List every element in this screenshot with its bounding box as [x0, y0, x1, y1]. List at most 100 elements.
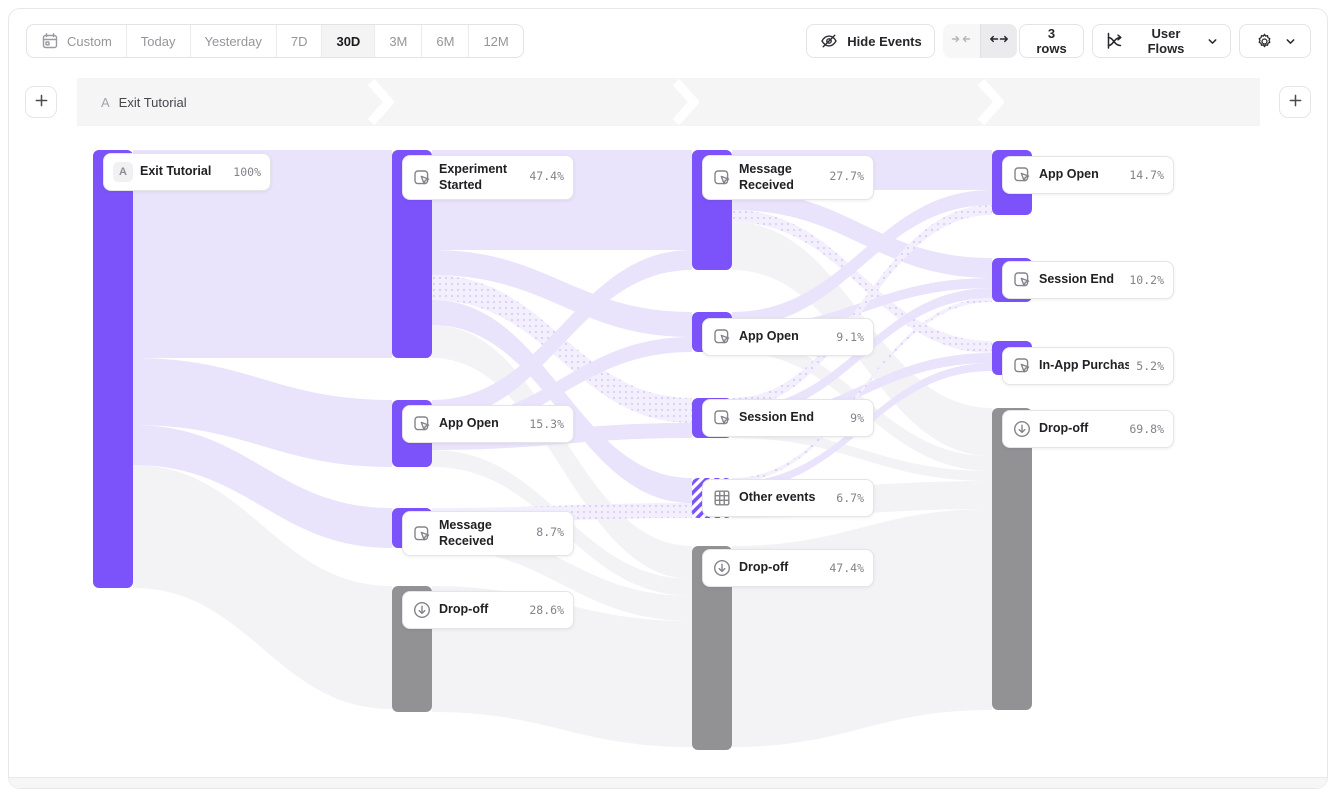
node-value: 69.8%	[1129, 422, 1164, 436]
node-label: Session End	[739, 410, 843, 426]
date-range-custom[interactable]: Custom	[27, 25, 126, 57]
node-value: 9%	[850, 411, 864, 425]
flow-node-bar-drop4[interactable]	[992, 408, 1032, 710]
add-step-left-button[interactable]	[25, 86, 57, 118]
event-icon	[1012, 356, 1032, 376]
date-range-12m[interactable]: 12M	[468, 25, 522, 57]
flow-node-card-msg2[interactable]: Message Received 8.7%	[402, 511, 574, 556]
date-range-label: Today	[141, 34, 176, 49]
hide-events-label: Hide Events	[847, 34, 921, 49]
flow-node-card-exp2[interactable]: Experiment Started 47.4%	[402, 155, 574, 200]
date-range-label: Custom	[67, 34, 112, 49]
dropoff-icon	[712, 558, 732, 578]
flow-node-card-other3[interactable]: Other events 6.7%	[702, 479, 874, 517]
node-badge: A	[113, 162, 133, 182]
view-selector-button[interactable]: User Flows	[1092, 24, 1231, 58]
event-icon	[712, 408, 732, 428]
node-label: Drop-off	[739, 560, 822, 576]
rows-label: 3 rows	[1032, 26, 1071, 56]
add-step-right-button[interactable]	[1279, 86, 1311, 118]
event-icon	[1012, 165, 1032, 185]
node-label: Message Received	[439, 518, 529, 549]
node-value: 8.7%	[536, 525, 564, 539]
date-range-label: 30D	[336, 34, 360, 49]
flow-node-card-sess3[interactable]: Session End 9%	[702, 399, 874, 437]
steps-banner[interactable]: A Exit Tutorial	[77, 78, 1260, 126]
eye-off-icon	[819, 31, 839, 51]
arrows-inward-icon	[951, 32, 971, 50]
flow-link	[732, 509, 992, 747]
chevron-down-icon	[1285, 36, 1296, 47]
event-icon	[712, 327, 732, 347]
settings-button[interactable]	[1239, 24, 1311, 58]
column-width-toggle	[943, 24, 1017, 58]
step-title: Exit Tutorial	[119, 95, 187, 110]
event-icon	[412, 168, 432, 188]
flow-node-card-iap4[interactable]: In-App Purchase5.2%	[1002, 347, 1174, 385]
date-range-label: 6M	[436, 34, 454, 49]
date-range-today[interactable]: Today	[126, 25, 190, 57]
user-flows-icon	[1105, 31, 1125, 51]
flow-node-card-sess4[interactable]: Session End 10.2%	[1002, 261, 1174, 299]
step-separator-chevron	[673, 78, 699, 126]
plus-icon	[34, 93, 49, 111]
node-value: 47.4%	[829, 561, 864, 575]
step-badge: A	[101, 95, 110, 110]
flow-node-card-drop3[interactable]: Drop-off 47.4%	[702, 549, 874, 587]
node-label: App Open	[739, 329, 829, 345]
plus-icon	[1288, 93, 1303, 111]
gear-icon	[1255, 32, 1274, 51]
node-label: Other events	[739, 490, 829, 506]
flow-node-card-app3[interactable]: App Open 9.1%	[702, 318, 874, 356]
date-range-30d[interactable]: 30D	[321, 25, 374, 57]
flow-node-card-exit[interactable]: AExit Tutorial100%	[103, 153, 271, 191]
date-range-label: 3M	[389, 34, 407, 49]
date-range-yesterday[interactable]: Yesterday	[190, 25, 276, 57]
date-range-label: 12M	[483, 34, 508, 49]
node-label: Session End	[1039, 272, 1122, 288]
date-range-6m[interactable]: 6M	[421, 25, 468, 57]
view-selector-label: User Flows	[1133, 26, 1199, 56]
flow-node-card-drop2[interactable]: Drop-off 28.6%	[402, 591, 574, 629]
event-icon	[1012, 270, 1032, 290]
hide-events-button[interactable]: Hide Events	[806, 24, 935, 58]
node-value: 9.1%	[836, 330, 864, 344]
dropoff-icon	[1012, 419, 1032, 439]
node-label: Drop-off	[1039, 421, 1122, 437]
arrows-outward-icon	[989, 32, 1009, 50]
node-label: Experiment Started	[439, 162, 522, 193]
event-icon	[712, 168, 732, 188]
node-value: 10.2%	[1129, 273, 1164, 287]
date-range-7d[interactable]: 7D	[276, 25, 322, 57]
grid-icon	[712, 488, 732, 508]
node-value: 28.6%	[529, 603, 564, 617]
rows-button[interactable]: 3 rows	[1019, 24, 1084, 58]
node-value: 14.7%	[1129, 168, 1164, 182]
event-icon	[412, 524, 432, 544]
date-range-group: Custom Today Yesterday 7D 30D 3M 6M 12M	[26, 24, 524, 58]
node-value: 100%	[233, 165, 261, 179]
toolbar: Custom Today Yesterday 7D 30D 3M 6M 12M Hide Ev…	[0, 0, 1336, 70]
expand-columns-button[interactable]	[980, 24, 1018, 58]
node-value: 15.3%	[529, 417, 564, 431]
flow-node-bar-exit[interactable]	[93, 150, 133, 588]
node-value: 47.4%	[529, 169, 564, 183]
chevron-down-icon	[1207, 36, 1218, 47]
footer-strip	[9, 778, 1327, 788]
event-icon	[412, 414, 432, 434]
node-label: Drop-off	[439, 602, 522, 618]
flow-node-card-drop4[interactable]: Drop-off 69.8%	[1002, 410, 1174, 448]
node-label: Message Received	[739, 162, 822, 193]
dropoff-icon	[412, 600, 432, 620]
flow-node-card-msg3[interactable]: Message Received27.7%	[702, 155, 874, 200]
node-value: 6.7%	[836, 491, 864, 505]
flow-node-card-app2[interactable]: App Open15.3%	[402, 405, 574, 443]
flow-node-card-app4[interactable]: App Open14.7%	[1002, 156, 1174, 194]
collapse-columns-button[interactable]	[943, 24, 980, 58]
date-range-label: 7D	[291, 34, 308, 49]
calendar-icon	[41, 32, 59, 50]
step-separator-chevron	[368, 78, 394, 126]
date-range-label: Yesterday	[205, 34, 262, 49]
step-separator-chevron	[978, 78, 1004, 126]
date-range-3m[interactable]: 3M	[374, 25, 421, 57]
